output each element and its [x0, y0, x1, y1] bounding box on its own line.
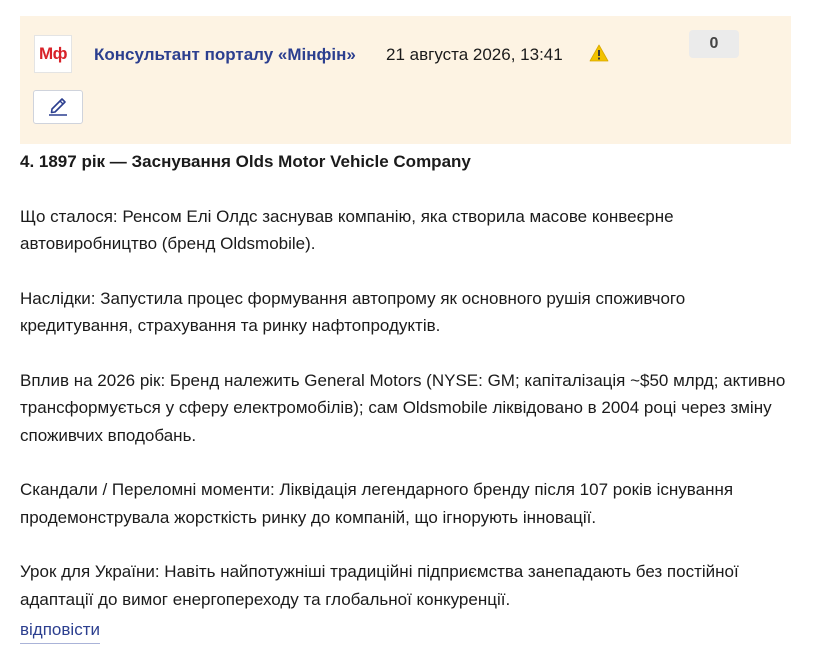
- post-content: 4. 1897 рік — Заснування Olds Motor Vehi…: [20, 148, 791, 613]
- paragraph-consequences: Наслідки: Запустила процес формування ав…: [20, 288, 686, 336]
- post-heading: 4. 1897 рік — Заснування Olds Motor Vehi…: [20, 152, 471, 171]
- pencil-icon: [46, 94, 70, 121]
- paragraph-what-happened: Що сталося: Ренсом Елі Олдс заснував ком…: [20, 206, 674, 254]
- edit-button[interactable]: [33, 90, 83, 124]
- paragraph-turning-points: Скандали / Переломні моменти: Ліквідація…: [20, 480, 734, 527]
- vote-counter[interactable]: 0: [689, 30, 739, 58]
- post-datetime: 21 августа 2026, 13:41: [386, 45, 563, 64]
- author-link[interactable]: Консультант порталу «Мінфін»: [94, 45, 356, 65]
- minfin-logo: Мф: [34, 35, 72, 73]
- post-header: Мф Консультант порталу «Мінфін» 21 авгус…: [20, 16, 791, 144]
- logo-text: Мф: [38, 44, 68, 63]
- paragraph-lesson-ukraine: Урок для України: Навіть найпотужніші тр…: [20, 562, 739, 609]
- reply-link[interactable]: відповісти: [20, 620, 100, 644]
- warning-triangle-icon[interactable]: [589, 43, 609, 63]
- vote-count: 0: [709, 35, 719, 52]
- paragraph-impact-2026: Вплив на 2026 рік: Бренд належить Genera…: [20, 370, 786, 445]
